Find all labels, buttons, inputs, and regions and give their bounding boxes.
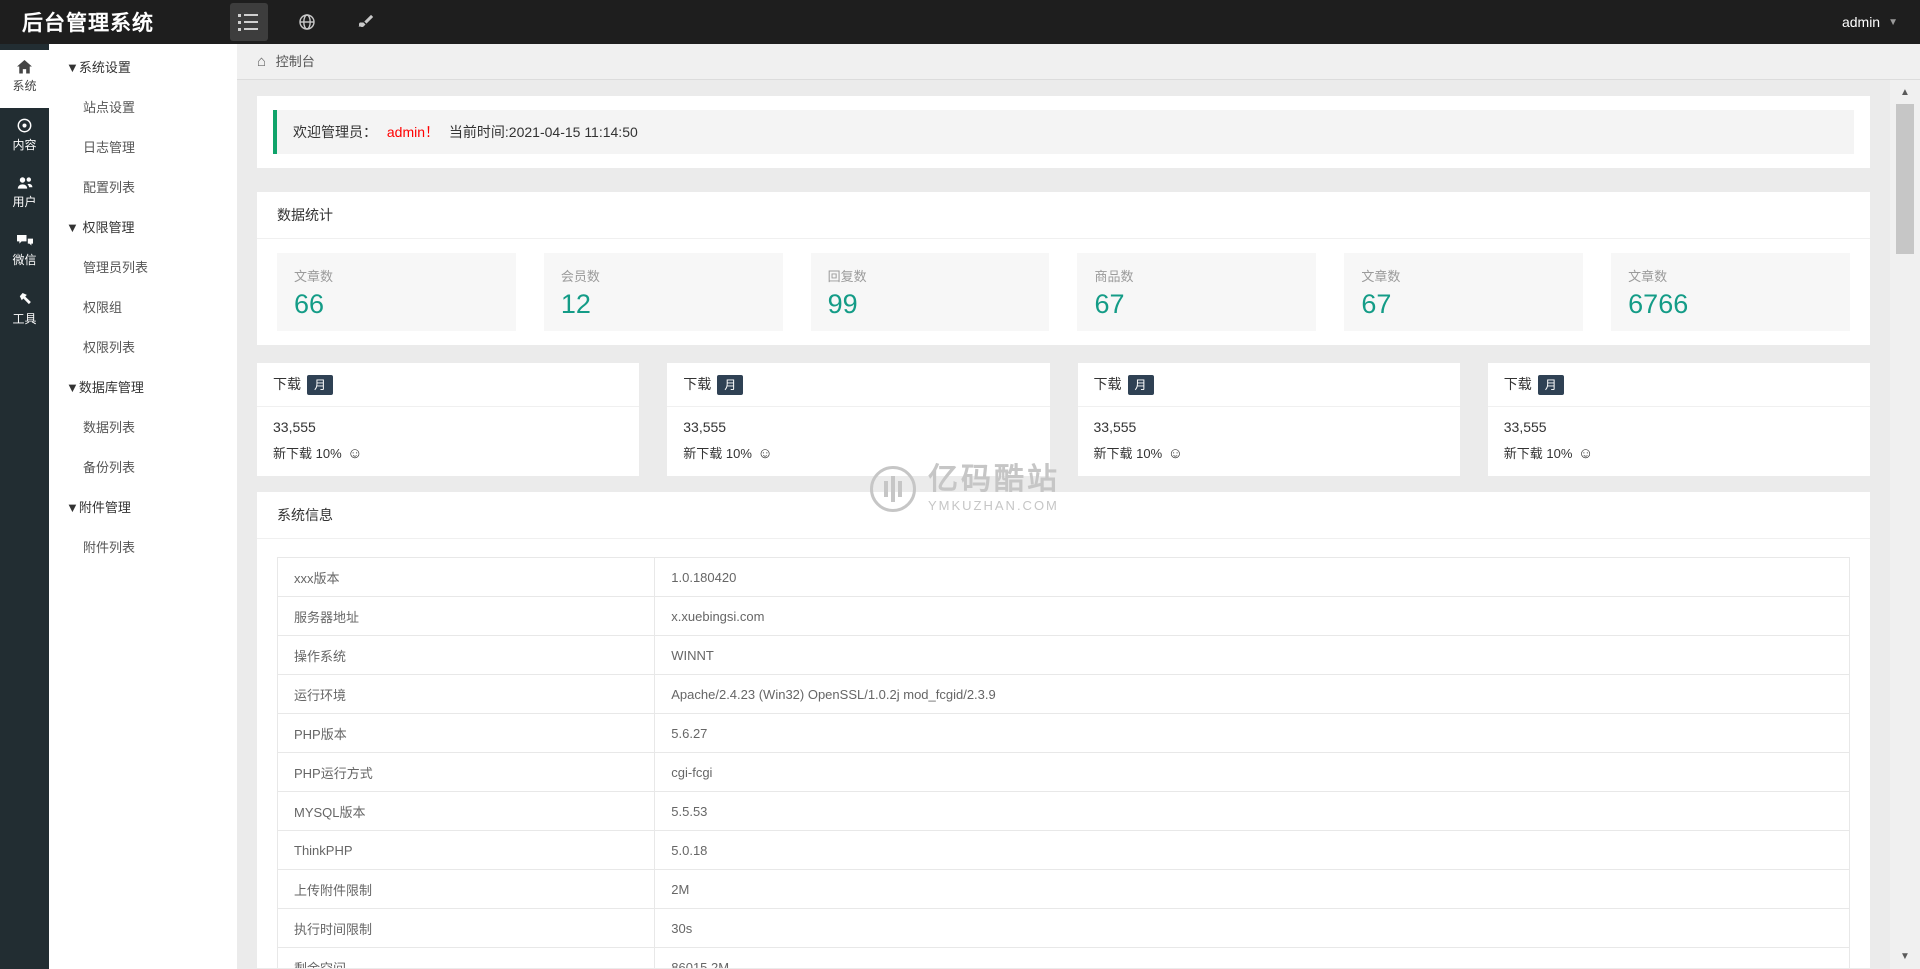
stat-card: 文章数 66 xyxy=(277,253,516,331)
menu-group-database-management[interactable]: ▼数据库管理 xyxy=(49,368,237,408)
table-row: xxx版本 1.0.180420 xyxy=(276,557,1850,597)
download-card: 下载月 33,555 新下载 10% ☺ xyxy=(667,363,1050,476)
page-scroll-area: 欢迎管理员： admin！ 当前时间:2021-04-15 11:14:50 数… xyxy=(237,80,1920,968)
menu-group-system-settings[interactable]: ▼系统设置 xyxy=(49,48,237,88)
stat-card: 商品数 67 xyxy=(1077,253,1317,331)
menu-item-config-list[interactable]: 配置列表 xyxy=(49,168,237,208)
table-row: PHP运行方式 cgi-fcgi xyxy=(276,752,1850,792)
table-row: 服务器地址 x.xuebingsi.com xyxy=(276,596,1850,636)
menu-item-backup-list[interactable]: 备份列表 xyxy=(49,448,237,488)
new-download-text: 新下载 10% xyxy=(1093,446,1163,461)
month-badge: 月 xyxy=(717,375,744,395)
table-row: 操作系统 WINNT xyxy=(276,635,1850,675)
table-row: 运行环境 Apache/2.4.23 (Win32) OpenSSL/1.0.2j… xyxy=(276,674,1850,714)
list-menu-icon xyxy=(238,13,268,17)
scrollbar-thumb[interactable] xyxy=(1896,104,1914,254)
table-row: 执行时间限制 30s xyxy=(276,908,1850,948)
home-outline-icon[interactable]: ⌂ xyxy=(257,53,266,70)
caret-down-icon: ▼ xyxy=(1888,16,1898,28)
smiley-icon: ☺ xyxy=(1578,445,1594,462)
table-row: 上传附件限制 2M xyxy=(276,869,1850,909)
globe-icon xyxy=(299,14,315,30)
welcome-admin-name: admin！ xyxy=(386,124,440,140)
month-badge: 月 xyxy=(1127,375,1154,395)
hammer-tool-icon xyxy=(19,292,31,305)
stat-card: 会员数 12 xyxy=(543,253,783,331)
system-info-title: 系统信息 xyxy=(257,492,1870,539)
download-count: 33,555 xyxy=(683,419,727,435)
menu-group-permission-management[interactable]: ▼ 权限管理 xyxy=(49,208,237,248)
download-count: 33,555 xyxy=(1093,419,1137,435)
main-content: ⌂ 控制台 欢迎管理员： admin！ 当前时间:2021-04-15 11:1… xyxy=(237,44,1920,969)
month-badge: 月 xyxy=(307,375,334,395)
download-card: 下载月 33,555 新下载 10% ☺ xyxy=(1077,363,1460,476)
menu-item-admin-list[interactable]: 管理员列表 xyxy=(49,248,237,288)
rail-item-content[interactable]: 内容 xyxy=(0,108,49,166)
menu-item-site-settings[interactable]: 站点设置 xyxy=(49,88,237,128)
username: admin xyxy=(1841,14,1881,30)
stat-card-grid: 文章数 66 会员数 12 回复数 99 商品数 67 文章数 67 文章数 6… xyxy=(257,239,1870,345)
app-title: 后台管理系统 xyxy=(22,12,154,35)
month-badge: 月 xyxy=(1537,375,1564,395)
stat-card: 文章数 67 xyxy=(1344,253,1584,331)
menu-group-attachment-management[interactable]: ▼附件管理 xyxy=(49,488,237,528)
system-info-panel: 系统信息 xxx版本 1.0.180420 服务器地址 x.xuebingsi.co… xyxy=(257,492,1870,968)
smiley-icon: ☺ xyxy=(757,445,773,462)
table-row: MYSQL版本 5.5.53 xyxy=(276,791,1850,831)
welcome-message: 欢迎管理员： admin！ 当前时间:2021-04-15 11:14:50 xyxy=(273,110,1854,154)
system-info-table: xxx版本 1.0.180420 服务器地址 x.xuebingsi.com 操作系… xyxy=(276,557,1850,968)
sidebar-menu: ▼系统设置 站点设置 日志管理 配置列表 ▼ 权限管理 管理员列表 权限组 权限… xyxy=(49,44,237,969)
wechat-comments-icon xyxy=(16,235,33,246)
icon-rail-sidebar: 系统 内容 用户 微信 工具 xyxy=(0,44,49,969)
vertical-scrollbar[interactable]: ▲ ▼ xyxy=(1890,80,1920,969)
rail-item-tools[interactable]: 工具 xyxy=(0,282,49,340)
globe-button[interactable] xyxy=(288,3,326,41)
menu-item-attachment-list[interactable]: 附件列表 xyxy=(49,528,237,568)
statistics-title: 数据统计 xyxy=(257,192,1870,239)
statistics-panel: 数据统计 文章数 66 会员数 12 回复数 99 商品数 67 文章数 67 … xyxy=(257,192,1870,345)
smiley-icon: ☺ xyxy=(1167,445,1184,462)
table-row: PHP版本 5.6.27 xyxy=(276,713,1850,753)
paint-brush-icon xyxy=(358,14,373,27)
scroll-up-arrow-icon[interactable]: ▲ xyxy=(1890,87,1920,98)
table-row: 剩余空间 86015.2M xyxy=(276,947,1850,968)
welcome-time: 当前时间:2021-04-15 11:14:50 xyxy=(448,124,638,140)
stat-card: 文章数 6766 xyxy=(1611,253,1850,331)
theme-brush-button[interactable] xyxy=(346,3,384,41)
table-row: ThinkPHP 5.0.18 xyxy=(276,830,1850,870)
welcome-prefix: 欢迎管理员： xyxy=(293,124,377,140)
new-download-text: 新下载 10% xyxy=(273,446,342,461)
menu-item-log-management[interactable]: 日志管理 xyxy=(49,128,237,168)
scroll-down-arrow-icon[interactable]: ▼ xyxy=(1890,951,1920,962)
stat-card: 回复数 99 xyxy=(810,253,1050,331)
rail-item-users[interactable]: 用户 xyxy=(0,166,49,224)
welcome-panel: 欢迎管理员： admin！ 当前时间:2021-04-15 11:14:50 xyxy=(257,96,1870,168)
sidebar-toggle-button[interactable] xyxy=(230,3,268,41)
content-icon xyxy=(17,118,32,133)
download-count: 33,555 xyxy=(1503,419,1547,435)
breadcrumb: ⌂ 控制台 xyxy=(237,44,1920,80)
menu-item-permission-list[interactable]: 权限列表 xyxy=(49,328,237,368)
new-download-text: 新下载 10% xyxy=(683,446,752,461)
user-menu[interactable]: admin ▼ xyxy=(1842,0,1898,44)
users-icon xyxy=(17,177,32,189)
menu-item-data-list[interactable]: 数据列表 xyxy=(49,408,237,448)
home-icon xyxy=(17,60,32,74)
menu-item-permission-group[interactable]: 权限组 xyxy=(49,288,237,328)
rail-item-system[interactable]: 系统 xyxy=(0,50,49,108)
breadcrumb-label[interactable]: 控制台 xyxy=(276,54,315,69)
download-card: 下载月 33,555 新下载 10% ☺ xyxy=(257,363,640,476)
top-header: 后台管理系统 admin ▼ xyxy=(0,0,1920,44)
download-count: 33,555 xyxy=(273,419,316,435)
download-card-row: 下载月 33,555 新下载 10% ☺ 下载月 33,555 新下载 10% … xyxy=(257,363,1870,476)
rail-item-wechat[interactable]: 微信 xyxy=(0,224,49,282)
download-card: 下载月 33,555 新下载 10% ☺ xyxy=(1487,363,1870,476)
smiley-icon: ☺ xyxy=(347,445,363,462)
new-download-text: 新下载 10% xyxy=(1503,446,1573,461)
